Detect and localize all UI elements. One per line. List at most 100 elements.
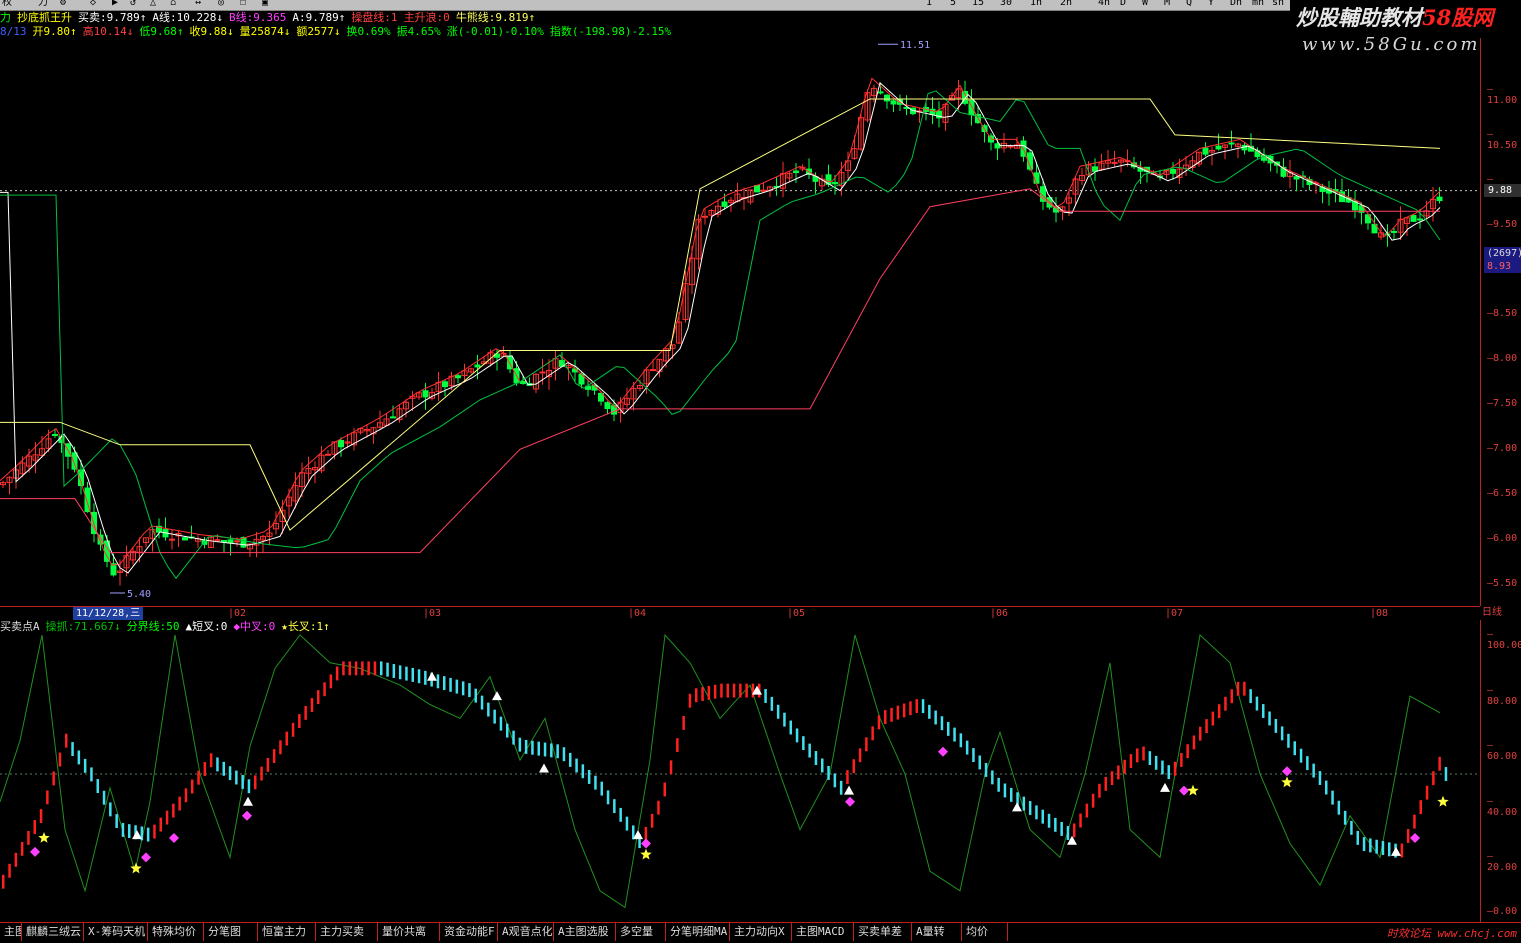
tab-0[interactable]: 主图 (0, 923, 22, 941)
signal-bar-up (732, 683, 736, 698)
signal-bar-down (468, 683, 471, 698)
quote-field-4: 收9.88↓ (189, 25, 234, 38)
tab-10[interactable]: A主图选股 (554, 923, 616, 941)
signal-bar-up (310, 698, 314, 712)
indicator-field-2: 分界线:50 (126, 620, 180, 633)
signal-bar-up (291, 722, 295, 737)
long-cross-marker (640, 848, 652, 860)
indicator-field-3: ▲短叉:0 (185, 620, 228, 633)
signal-bar-down (1148, 751, 1152, 766)
signal-bar-up (688, 693, 692, 708)
signal-bar-down (1337, 800, 1341, 815)
tab-6[interactable]: 主力买卖 (316, 923, 378, 941)
tab-9[interactable]: A观音点化 (498, 923, 554, 941)
signal-bar-up (159, 817, 162, 832)
signal-bar-up (172, 803, 175, 818)
toolbar-button-20[interactable]: W (1142, 0, 1148, 8)
candle-body (884, 94, 890, 102)
price-tick-label: —6.50 (1487, 488, 1518, 499)
signal-bar-up (165, 810, 169, 825)
toolbar-button-24[interactable]: Dh (1230, 0, 1242, 8)
tab-16[interactable]: A量转 (912, 923, 962, 941)
signal-bar-up (713, 684, 717, 699)
toolbar-button-3[interactable]: ◇ (90, 0, 96, 8)
toolbar-button-18[interactable]: 4h (1098, 0, 1110, 8)
day-period-button[interactable]: 日线 (1482, 606, 1521, 619)
candle-body (234, 540, 240, 543)
toolbar-button-15[interactable]: 30 (1000, 0, 1012, 8)
tab-12[interactable]: 分笔明细MA (666, 923, 730, 941)
long-cross-marker (130, 862, 142, 874)
toolbar-button-21[interactable]: M (1164, 0, 1170, 8)
tab-1[interactable]: 麒麟三绒云 (22, 923, 84, 941)
toolbar-button-11[interactable]: ▣ (262, 0, 268, 8)
toolbar-button-17[interactable]: 2h (1060, 0, 1072, 8)
signal-bar-up (178, 796, 181, 811)
tab-14[interactable]: 主图MACD (792, 923, 854, 941)
toolbar-button-23[interactable]: Y (1208, 0, 1214, 8)
tab-5[interactable]: 恒富主力 (258, 923, 316, 941)
signal-bar-up (39, 809, 43, 823)
toolbar-button-1[interactable]: 力 (38, 0, 48, 8)
tab-13[interactable]: 主力动向X (730, 923, 792, 941)
toolbar-button-14[interactable]: 15 (972, 0, 984, 8)
indicator-chart[interactable] (0, 633, 1480, 921)
toolbar-button-2[interactable]: ⚙ (60, 0, 66, 8)
tab-15[interactable]: 买卖单差 (854, 923, 912, 941)
signal-bar-down (1356, 830, 1359, 845)
tab-4[interactable]: 分笔图 (204, 923, 258, 941)
candle-body (390, 416, 396, 419)
signal-bar-down (83, 758, 87, 773)
toolbar-button-8[interactable]: ↔ (195, 0, 201, 8)
toolbar-button-16[interactable]: 1h (1030, 0, 1042, 8)
toolbar-button-4[interactable]: ▶ (112, 0, 118, 8)
toolbar-button-0[interactable]: 权 (2, 0, 12, 8)
price-chart[interactable]: 11.51 5.40 (0, 38, 1480, 606)
signal-bar-up (877, 715, 881, 730)
toolbar-button-10[interactable]: ☐ (240, 0, 246, 8)
signal-bar-up (1104, 776, 1107, 791)
toolbar-button-7[interactable]: ⌂ (170, 0, 176, 8)
signal-bar-down (1161, 760, 1164, 775)
signal-bar-up (1230, 689, 1233, 704)
signal-bar-down (1306, 756, 1309, 771)
signal-bar-up (865, 737, 868, 752)
candle-body (1007, 145, 1014, 148)
toolbar-button-26[interactable]: sh (1272, 0, 1284, 8)
toolbar-button-5[interactable]: ↺ (130, 0, 136, 8)
toolbar-button-9[interactable]: ◎ (218, 0, 224, 8)
signal-bar-down (449, 677, 452, 692)
tab-17[interactable]: 均价 (962, 923, 1008, 941)
toolbar-button-19[interactable]: D (1120, 0, 1126, 8)
signal-bar-up (695, 688, 698, 703)
signal-bar-down (1262, 704, 1265, 718)
indicator-tick-label: —0.00 (1487, 906, 1518, 917)
signal-bar-down (90, 767, 93, 782)
tab-7[interactable]: 量价共离 (378, 923, 440, 941)
signal-bar-down (222, 761, 225, 776)
toolbar-button-22[interactable]: Q (1186, 0, 1192, 8)
signal-bar-down (487, 702, 490, 717)
signal-bar-down (1154, 755, 1158, 770)
signal-bar-down (518, 737, 522, 752)
signal-bar-up (1199, 726, 1202, 741)
tab-8[interactable]: 资金动能F (440, 923, 498, 941)
signal-bar-up (209, 753, 213, 768)
toolbar-button-25[interactable]: mn (1252, 0, 1264, 8)
signal-bar-up (846, 770, 849, 785)
tab-3[interactable]: 特殊均价 (148, 923, 204, 941)
tab-11[interactable]: 多空量 (616, 923, 666, 941)
toolbar-button-12[interactable]: 1 (926, 0, 932, 8)
signal-bar-down (789, 720, 792, 735)
tab-2[interactable]: X-筹码天机 (84, 923, 148, 941)
signal-bar-down (770, 696, 774, 711)
signal-bar-down (121, 822, 125, 837)
signal-bar-up (852, 759, 855, 774)
signal-bar-up (1180, 753, 1183, 767)
top-toolbar: 权力 ⚙ ◇ ▶ ↺ △ ⌂ ↔ ◎ ☐ ▣ 1 5 15 30 1h 2h 4h D W M Q Y Dh mn sh (0, 0, 1290, 11)
toolbar-button-6[interactable]: △ (150, 0, 156, 8)
signal-bar-up (191, 779, 194, 794)
signal-bar-up (304, 705, 307, 720)
toolbar-button-13[interactable]: 5 (950, 0, 956, 8)
header-field-5: A:9.789↑ (292, 11, 346, 24)
